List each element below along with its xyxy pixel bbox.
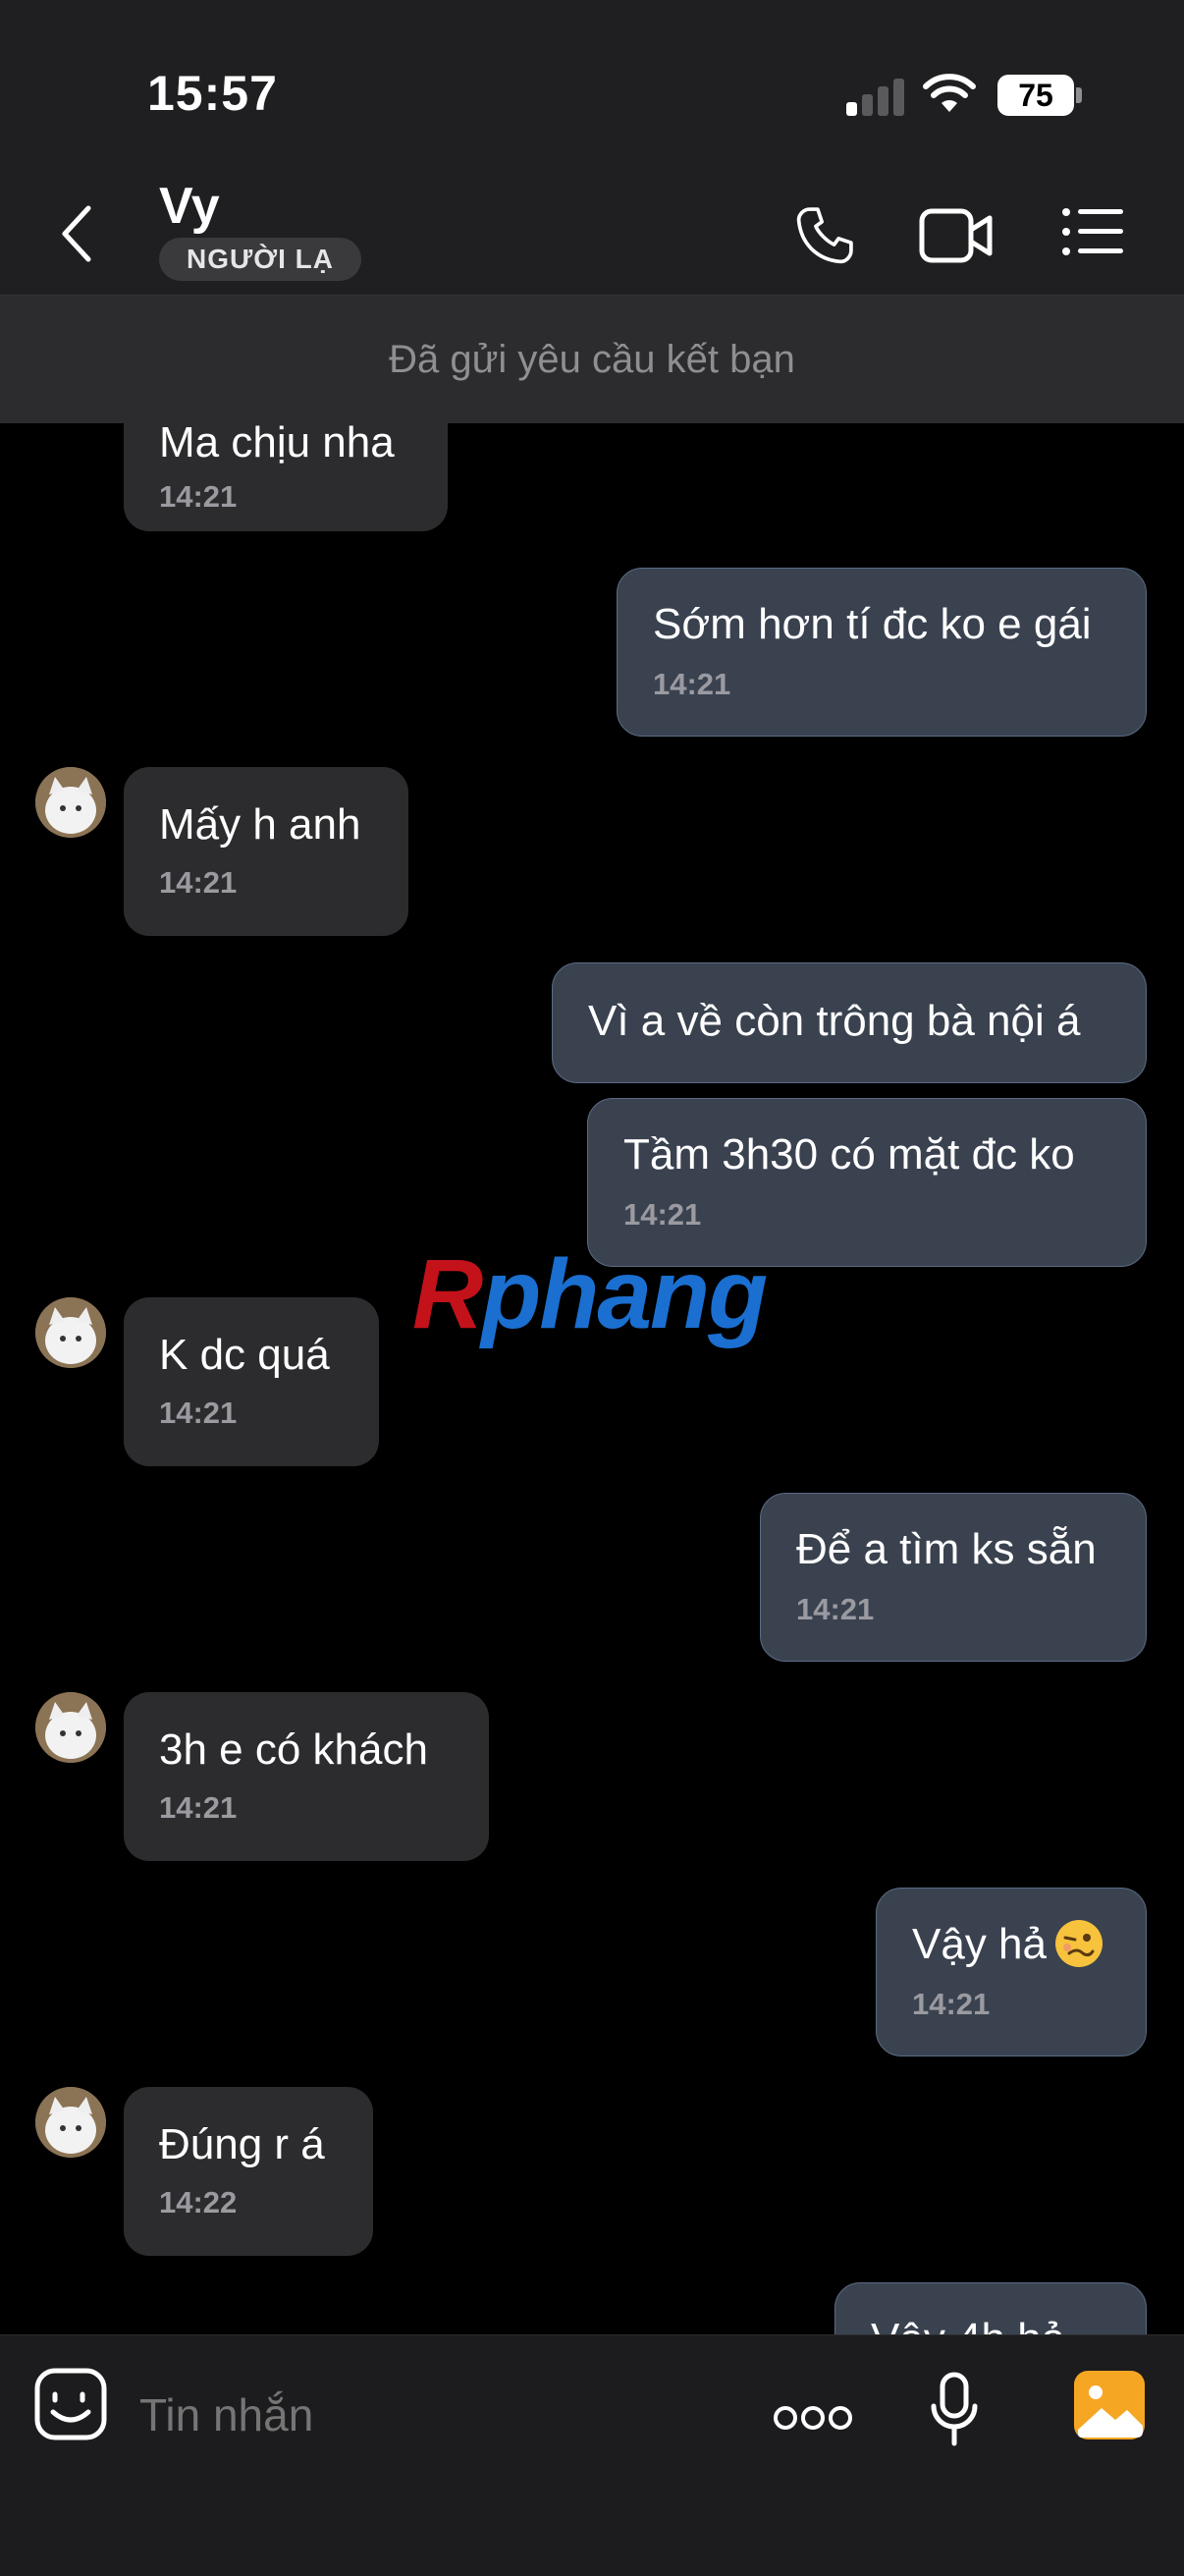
message-text: Để a tìm ks sẵn <box>796 1525 1097 1573</box>
message-text: 3h e có khách <box>159 1726 428 1774</box>
message-text: Ma chịu nha <box>159 423 395 466</box>
message-input[interactable] <box>137 2384 730 2445</box>
message-text: Sớm hơn tí đc ko e gái <box>653 600 1092 648</box>
sticker-icon[interactable] <box>33 2367 108 2441</box>
contact-avatar[interactable] <box>35 2087 106 2158</box>
battery-nub <box>1076 87 1082 103</box>
message-text: Đúng r á <box>159 2120 325 2168</box>
message-text: Tầm 3h30 có mặt đc ko <box>623 1130 1075 1178</box>
message-input-bar <box>0 2334 1184 2576</box>
watermark-letter: R <box>412 1239 483 1349</box>
back-icon[interactable] <box>57 202 96 265</box>
contact-avatar[interactable] <box>35 1692 106 1763</box>
phone-icon[interactable] <box>791 202 858 269</box>
wifi-icon <box>923 74 976 112</box>
message-bubble-outgoing[interactable]: Để a tìm ks sẵn 14:21 <box>760 1493 1147 1662</box>
message-bubble-incoming[interactable]: 3h e có khách 14:21 <box>124 1692 489 1861</box>
message-time: 14:21 <box>159 1396 238 1430</box>
message-time: 14:21 <box>653 667 731 701</box>
message-text: Vì a về còn trông bà nội á <box>588 997 1081 1045</box>
message-time: 14:21 <box>912 1987 991 2021</box>
battery-icon: 75 <box>997 75 1074 116</box>
woozy-face-emoji-icon <box>1055 1920 1103 1967</box>
message-bubble-incoming[interactable]: Đúng r á 14:22 <box>124 2087 373 2256</box>
watermark-text: phang <box>481 1239 768 1349</box>
stranger-badge: NGƯỜI LẠ <box>159 238 361 281</box>
message-bubble-outgoing[interactable]: Vì a về còn trông bà nội á <box>552 962 1147 1083</box>
message-text: Vậy 4h hả <box>871 2315 1065 2334</box>
message-time: 14:21 <box>159 865 238 900</box>
message-time: 14:21 <box>796 1592 875 1626</box>
status-time: 15:57 <box>147 66 278 121</box>
message-bubble-incoming[interactable]: K dc quá 14:21 <box>124 1297 379 1466</box>
more-icon[interactable] <box>772 2402 854 2434</box>
message-bubble-incoming[interactable]: Ma chịu nha 14:21 <box>124 423 448 531</box>
message-list[interactable]: Ma chịu nha 14:21 Sớm hơn tí đc ko e gái… <box>0 423 1184 2334</box>
contact-avatar[interactable] <box>35 1297 106 1368</box>
message-time: 14:22 <box>159 2185 238 2220</box>
microphone-icon[interactable] <box>929 2371 980 2449</box>
message-time: 14:21 <box>623 1197 702 1232</box>
message-time: 14:21 <box>159 1790 238 1825</box>
message-text: K dc quá <box>159 1331 330 1379</box>
contact-avatar[interactable] <box>35 767 106 838</box>
chat-header: Vy NGƯỜI LẠ <box>0 177 1184 296</box>
status-bar: 15:57 75 <box>0 0 1184 177</box>
message-time: 14:21 <box>159 479 238 514</box>
watermark: Rphang <box>412 1238 768 1351</box>
video-call-icon[interactable] <box>919 206 994 265</box>
battery-level: 75 <box>1018 78 1053 113</box>
message-bubble-outgoing[interactable]: Vậy hả 14:21 <box>876 1888 1147 2056</box>
menu-list-icon[interactable] <box>1060 206 1125 257</box>
message-text: Mấy h anh <box>159 800 361 849</box>
gallery-icon[interactable] <box>1072 2369 1147 2441</box>
message-bubble-outgoing[interactable]: Vậy 4h hả <box>834 2282 1147 2334</box>
message-bubble-incoming[interactable]: Mấy h anh 14:21 <box>124 767 408 936</box>
message-bubble-outgoing[interactable]: Sớm hơn tí đc ko e gái 14:21 <box>617 568 1147 737</box>
contact-name[interactable]: Vy <box>159 177 220 236</box>
signal-icon <box>846 79 905 116</box>
friend-request-banner: Đã gửi yêu cầu kết bạn <box>0 296 1184 423</box>
message-text: Vậy hả <box>912 1920 1047 1968</box>
